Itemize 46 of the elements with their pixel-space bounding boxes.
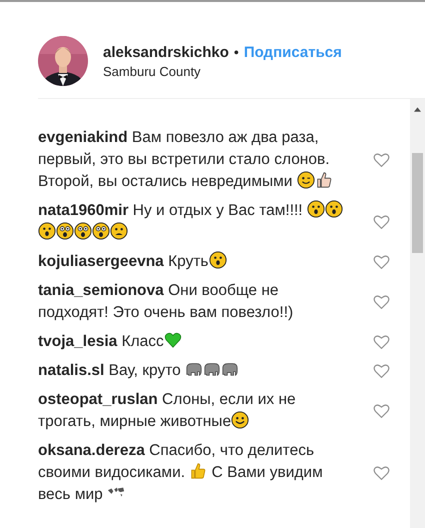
elephant-icon [185,360,204,378]
surprised-face-icon [208,251,227,269]
username-link[interactable]: osteopat_ruslan [38,391,158,408]
heart-icon [164,331,182,349]
heart-icon[interactable] [373,465,390,481]
heart-icon[interactable] [373,214,390,230]
surprised-face-icon [324,200,343,218]
comment-text: kojuliasergeevna Круть [38,251,350,273]
heart-icon[interactable] [373,363,390,379]
scroll-up-icon[interactable] [414,107,421,112]
comment-text: oksana.dereza Спасибо, что делитесь своими видосиками. С Вами увидим весь мир [38,441,324,505]
scrollbar[interactable] [410,99,425,528]
frowning-face-icon [110,222,128,240]
heart-icon[interactable] [373,403,390,419]
username-link[interactable]: kojuliasergeevna [38,253,164,270]
location-label: Samburu County [103,64,202,78]
heart-icon[interactable] [373,334,390,350]
astonished-face-icon [92,222,110,240]
heart-icon[interactable] [373,152,390,168]
winking-face-icon [296,171,315,189]
heart-icon[interactable] [373,254,390,270]
surprised-face-icon [38,222,56,240]
thumbs-up-icon [314,171,333,189]
comment-text: natalis.sl Вау, круто [38,360,350,382]
comment-text: nata1960mir Ну и отдых у Вас там!!!! [38,200,350,244]
surprised-face-icon [306,200,325,218]
username-link[interactable]: evgeniakind [38,129,128,146]
username-link[interactable]: tania_semionova [38,282,164,299]
comment-text: tvoja_lesia Класс [38,331,350,353]
elephant-icon [203,360,222,378]
username-link[interactable]: natalis.sl [38,362,104,379]
smiling-face-icon [231,411,250,429]
username-link[interactable]: tvoja_lesia [38,333,118,350]
username-link[interactable]: nata1960mir [38,202,128,219]
comment-text: tania_semionova Они вообще не подходят! Это очень вам повезло!!) [38,281,294,323]
heart-icon[interactable] [373,294,390,310]
astonished-face-icon [56,222,74,240]
comment-text: osteopat_ruslan Слоны, если их не трогать, мирные животные [38,390,297,432]
username-link[interactable]: oksana.dereza [38,442,145,459]
scrollbar-thumb[interactable] [412,153,423,253]
comment-text: evgeniakind Вам повезло аж два раза, первый, это вы встретили стало слонов. Второй, вы остались невредимыми [38,127,350,193]
elephant-icon [221,360,240,378]
thumbs-up-icon [189,462,208,480]
separator-dot: • [234,44,239,60]
username-link[interactable]: aleksandrskichko [103,44,229,60]
astonished-face-icon [74,222,92,240]
